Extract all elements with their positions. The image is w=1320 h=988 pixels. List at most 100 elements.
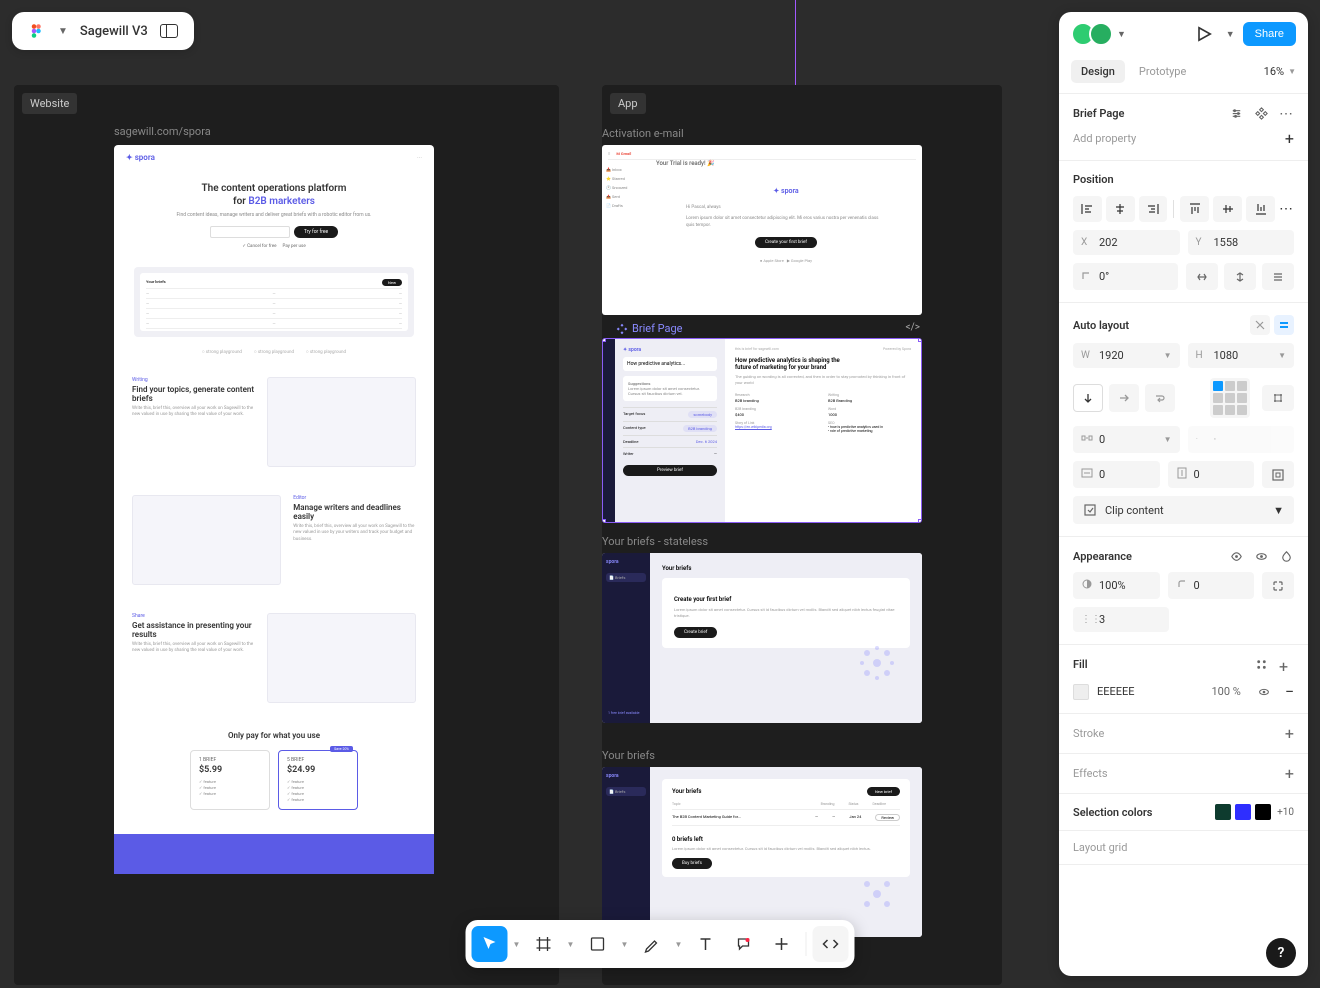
chevron-down-icon[interactable]: ▼ <box>672 926 686 962</box>
selected-frame-label[interactable]: Brief Page <box>616 322 683 335</box>
email-frame[interactable]: ≡M Gmail 📥 Inbox⭐ Starred🕐 Snoozed📤 Sent… <box>602 145 922 315</box>
padding-h-input[interactable]: 0 <box>1073 461 1160 488</box>
chevron-down-icon[interactable]: ▼ <box>564 926 578 962</box>
fill-swatch[interactable] <box>1073 684 1089 700</box>
direction-horizontal-button[interactable] <box>1109 384 1139 412</box>
dev-mode-tool[interactable] <box>813 926 849 962</box>
align-left-button[interactable] <box>1073 196 1102 222</box>
panel-toggle-icon[interactable] <box>160 24 178 38</box>
selection-handle[interactable] <box>918 519 922 523</box>
selection-handle[interactable] <box>602 338 606 342</box>
more-align-icon[interactable]: ⋯ <box>1279 201 1294 217</box>
stateless-frame[interactable]: spora 📄 Briefs 1 free brief available Yo… <box>602 553 922 723</box>
x-input[interactable]: X202 <box>1073 230 1180 255</box>
blend-mode-input[interactable]: ⋮⋮3 <box>1073 607 1169 632</box>
move-tool[interactable] <box>472 926 508 962</box>
text-tool[interactable] <box>688 926 724 962</box>
frame-group-app[interactable]: App Activation e-mail ≡M Gmail 📥 Inbox⭐ … <box>602 85 1002 985</box>
eye-icon[interactable] <box>1229 549 1244 564</box>
fill-opacity-input[interactable]: 100 % <box>1212 685 1241 698</box>
corner-radius-input[interactable]: 0 <box>1168 572 1255 599</box>
opacity-input[interactable]: 100% <box>1073 572 1160 599</box>
direction-vertical-button[interactable] <box>1073 384 1103 412</box>
canvas[interactable]: Website sagewill.com/spora ✦ spora ⋯ The… <box>14 85 1005 988</box>
align-right-button[interactable] <box>1139 196 1168 222</box>
autolayout-settings-button[interactable] <box>1262 385 1294 411</box>
help-button[interactable]: ? <box>1266 938 1296 968</box>
frame-tool[interactable] <box>526 926 562 962</box>
individual-corners-button[interactable] <box>1262 572 1294 599</box>
shape-tool[interactable] <box>580 926 616 962</box>
flip-v-button[interactable] <box>1224 263 1256 290</box>
minus-icon[interactable]: − <box>1285 682 1294 701</box>
selection-handle[interactable] <box>602 519 606 523</box>
section-stroke[interactable]: Stroke <box>1073 727 1104 740</box>
frame-label[interactable]: Your briefs <box>602 749 655 762</box>
chevron-down-icon[interactable]: ▼ <box>510 926 524 962</box>
visibility-icon[interactable] <box>1257 685 1271 699</box>
figma-logo-icon[interactable] <box>28 22 46 40</box>
zoom-control[interactable]: 16%▼ <box>1264 65 1296 78</box>
website-frame[interactable]: ✦ spora ⋯ The content operations platfor… <box>114 145 434 874</box>
alignment-grid[interactable] <box>1210 378 1250 418</box>
component-icon[interactable] <box>1254 106 1269 121</box>
comment-tool[interactable] <box>726 926 762 962</box>
dev-mode-badge[interactable]: </> <box>906 322 920 333</box>
padding-individual-button[interactable] <box>1262 461 1294 488</box>
briefs-frame[interactable]: spora 📄 Briefs Your briefs New brief Top… <box>602 767 922 937</box>
more-colors[interactable]: +10 <box>1277 807 1294 818</box>
gap-cross-input[interactable]: ·· <box>1188 426 1295 453</box>
actions-tool[interactable] <box>764 926 800 962</box>
tab-prototype[interactable]: Prototype <box>1129 60 1196 83</box>
align-bottom-button[interactable] <box>1246 196 1275 222</box>
frame-label[interactable]: Your briefs - stateless <box>602 535 708 548</box>
plus-icon[interactable]: + <box>1285 764 1294 783</box>
padding-v-input[interactable]: 0 <box>1168 461 1255 488</box>
section-effects[interactable]: Effects <box>1073 767 1108 780</box>
flip-h-button[interactable] <box>1186 263 1218 290</box>
width-input[interactable]: W1920▼ <box>1073 343 1180 368</box>
more-position-button[interactable] <box>1262 263 1294 290</box>
chevron-down-icon[interactable]: ▼ <box>618 926 632 962</box>
autolayout-on-button[interactable] <box>1274 315 1294 335</box>
section-layout-grid[interactable]: Layout grid <box>1073 841 1127 854</box>
plus-icon[interactable]: + <box>1285 724 1294 743</box>
selection-handle[interactable] <box>918 338 922 342</box>
settings-icon[interactable] <box>1229 106 1244 121</box>
styles-icon[interactable] <box>1254 657 1269 672</box>
frame-name[interactable]: Brief Page <box>1073 107 1124 120</box>
align-top-button[interactable] <box>1180 196 1209 222</box>
avatar[interactable] <box>1089 22 1113 46</box>
share-button[interactable]: Share <box>1243 22 1296 46</box>
chevron-down-icon[interactable]: ▼ <box>58 26 68 37</box>
chevron-down-icon[interactable]: ▼ <box>1226 29 1235 40</box>
autolayout-off-button[interactable] <box>1250 315 1270 335</box>
clip-content-select[interactable]: Clip content ▼ <box>1073 496 1294 524</box>
height-input[interactable]: H1080▼ <box>1188 343 1295 368</box>
file-name[interactable]: Sagewill V3 <box>80 24 148 39</box>
fill-hex-input[interactable]: EEEEEE <box>1097 685 1204 698</box>
plus-icon[interactable]: + <box>1285 129 1294 148</box>
pen-tool[interactable] <box>634 926 670 962</box>
gap-input[interactable]: 0▼ <box>1073 426 1180 453</box>
brief-page-frame[interactable]: 1920 × 1080 ✦ spora How predictive analy… <box>602 338 922 523</box>
align-vcenter-button[interactable] <box>1213 196 1242 222</box>
more-icon[interactable]: ⋯ <box>1279 106 1294 121</box>
align-hcenter-button[interactable] <box>1106 196 1135 222</box>
add-property-label[interactable]: Add property <box>1073 132 1136 145</box>
tab-design[interactable]: Design <box>1071 60 1125 83</box>
y-input[interactable]: Y1558 <box>1188 230 1295 255</box>
direction-wrap-button[interactable] <box>1145 384 1175 412</box>
collaborator-avatars[interactable]: ▼ <box>1071 22 1126 46</box>
rotation-input[interactable]: 0° <box>1073 263 1178 290</box>
chevron-down-icon[interactable]: ▼ <box>1117 29 1126 40</box>
color-swatch[interactable] <box>1215 804 1231 820</box>
blend-icon[interactable] <box>1279 549 1294 564</box>
color-swatch[interactable] <box>1255 804 1271 820</box>
frame-group-website[interactable]: Website sagewill.com/spora ✦ spora ⋯ The… <box>14 85 559 985</box>
visibility-icon[interactable] <box>1254 549 1269 564</box>
frame-label[interactable]: Activation e-mail <box>602 127 684 140</box>
present-button[interactable] <box>1194 24 1214 44</box>
plus-icon[interactable]: + <box>1279 657 1294 672</box>
color-swatch[interactable] <box>1235 804 1251 820</box>
